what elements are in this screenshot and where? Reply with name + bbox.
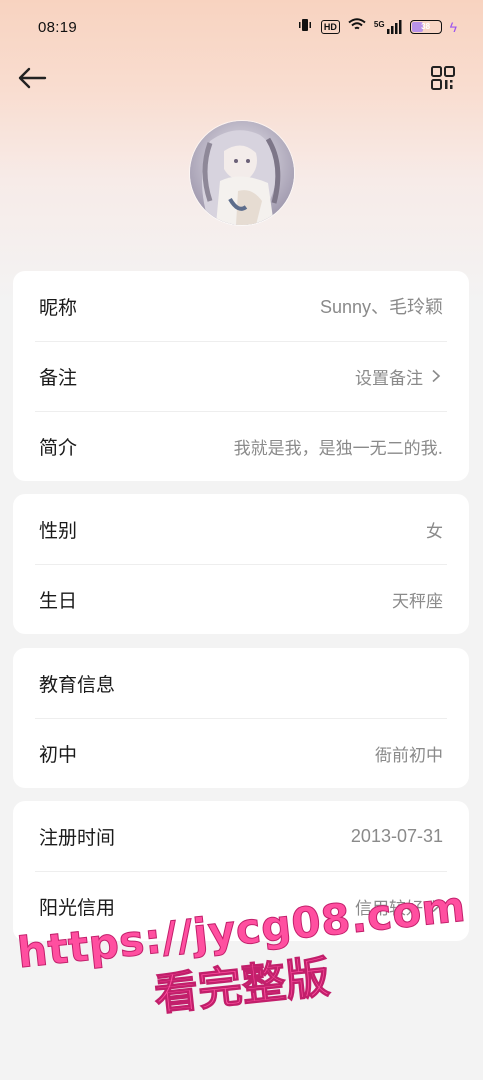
nickname-row: 昵称 Sunny、毛玲颖: [13, 271, 469, 341]
birthday-value: 天秤座: [392, 591, 443, 612]
birthday-label: 生日: [39, 589, 78, 612]
chevron-right-icon: [432, 899, 441, 913]
qr-code-button[interactable]: [425, 62, 461, 98]
register-time-value: 2013-07-31: [350, 825, 443, 846]
nickname-label: 昵称: [39, 296, 78, 319]
hd-icon: HD: [320, 20, 340, 34]
sunshine-credit-value: 信用较好: [355, 898, 423, 919]
register-time-row: 注册时间 2013-07-31: [13, 801, 469, 871]
middle-school-value: 衙前初中: [375, 745, 443, 766]
gender-label: 性别: [39, 519, 78, 542]
top-nav: [0, 56, 483, 102]
avatar-image: [190, 121, 294, 225]
avatar[interactable]: [190, 121, 294, 225]
sunshine-credit-value-wrap: 信用较好: [355, 894, 443, 919]
charging-bolt-icon: ϟ: [449, 19, 457, 35]
birthday-row: 生日 天秤座: [13, 564, 469, 634]
vibrate-icon: [297, 17, 313, 37]
qr-code-icon: [430, 65, 456, 95]
register-time-label: 注册时间: [39, 826, 116, 849]
back-button[interactable]: [14, 62, 50, 98]
intro-row: 简介 我就是我，是独一无二的我.: [13, 411, 469, 481]
middle-school-label: 初中: [39, 743, 78, 766]
nickname-value: Sunny、毛玲颖: [319, 297, 443, 317]
status-icons: HD 5G 38 ϟ: [297, 17, 457, 37]
remark-label: 备注: [39, 366, 78, 389]
education-card: 教育信息 初中 衙前初中: [13, 648, 469, 788]
gender-row: 性别 女: [13, 494, 469, 564]
basic-info-card: 昵称 Sunny、毛玲颖 备注 设置备注 简介 我就是我，是独一无二的我.: [13, 271, 469, 481]
battery-percent: 38: [421, 22, 431, 31]
watermark-text: 看完整版: [151, 951, 333, 1022]
back-arrow-icon: [17, 67, 47, 93]
personal-info-card: 性别 女 生日 天秤座: [13, 494, 469, 634]
sunshine-credit-row[interactable]: 阳光信用 信用较好: [13, 871, 469, 941]
remark-value: 设置备注: [355, 368, 423, 389]
wifi-icon: [348, 18, 366, 36]
intro-label: 简介: [39, 436, 78, 459]
status-bar: 08:19 HD 5G 38 ϟ: [0, 0, 483, 54]
chevron-right-icon: [432, 369, 441, 383]
network-type-label: 5G: [373, 20, 385, 29]
education-title: 教育信息: [39, 673, 116, 696]
sunshine-credit-label: 阳光信用: [39, 896, 116, 919]
status-time: 08:19: [38, 18, 78, 36]
education-title-row: 教育信息: [13, 648, 469, 718]
intro-value: 我就是我，是独一无二的我.: [233, 438, 443, 459]
battery-icon: 38: [409, 20, 442, 34]
middle-school-row: 初中 衙前初中: [13, 718, 469, 788]
remark-value-wrap: 设置备注: [355, 364, 443, 389]
account-info-card: 注册时间 2013-07-31 阳光信用 信用较好: [13, 801, 469, 941]
gender-value: 女: [426, 521, 443, 542]
signal-icon: 5G: [374, 20, 402, 34]
remark-row[interactable]: 备注 设置备注: [13, 341, 469, 411]
